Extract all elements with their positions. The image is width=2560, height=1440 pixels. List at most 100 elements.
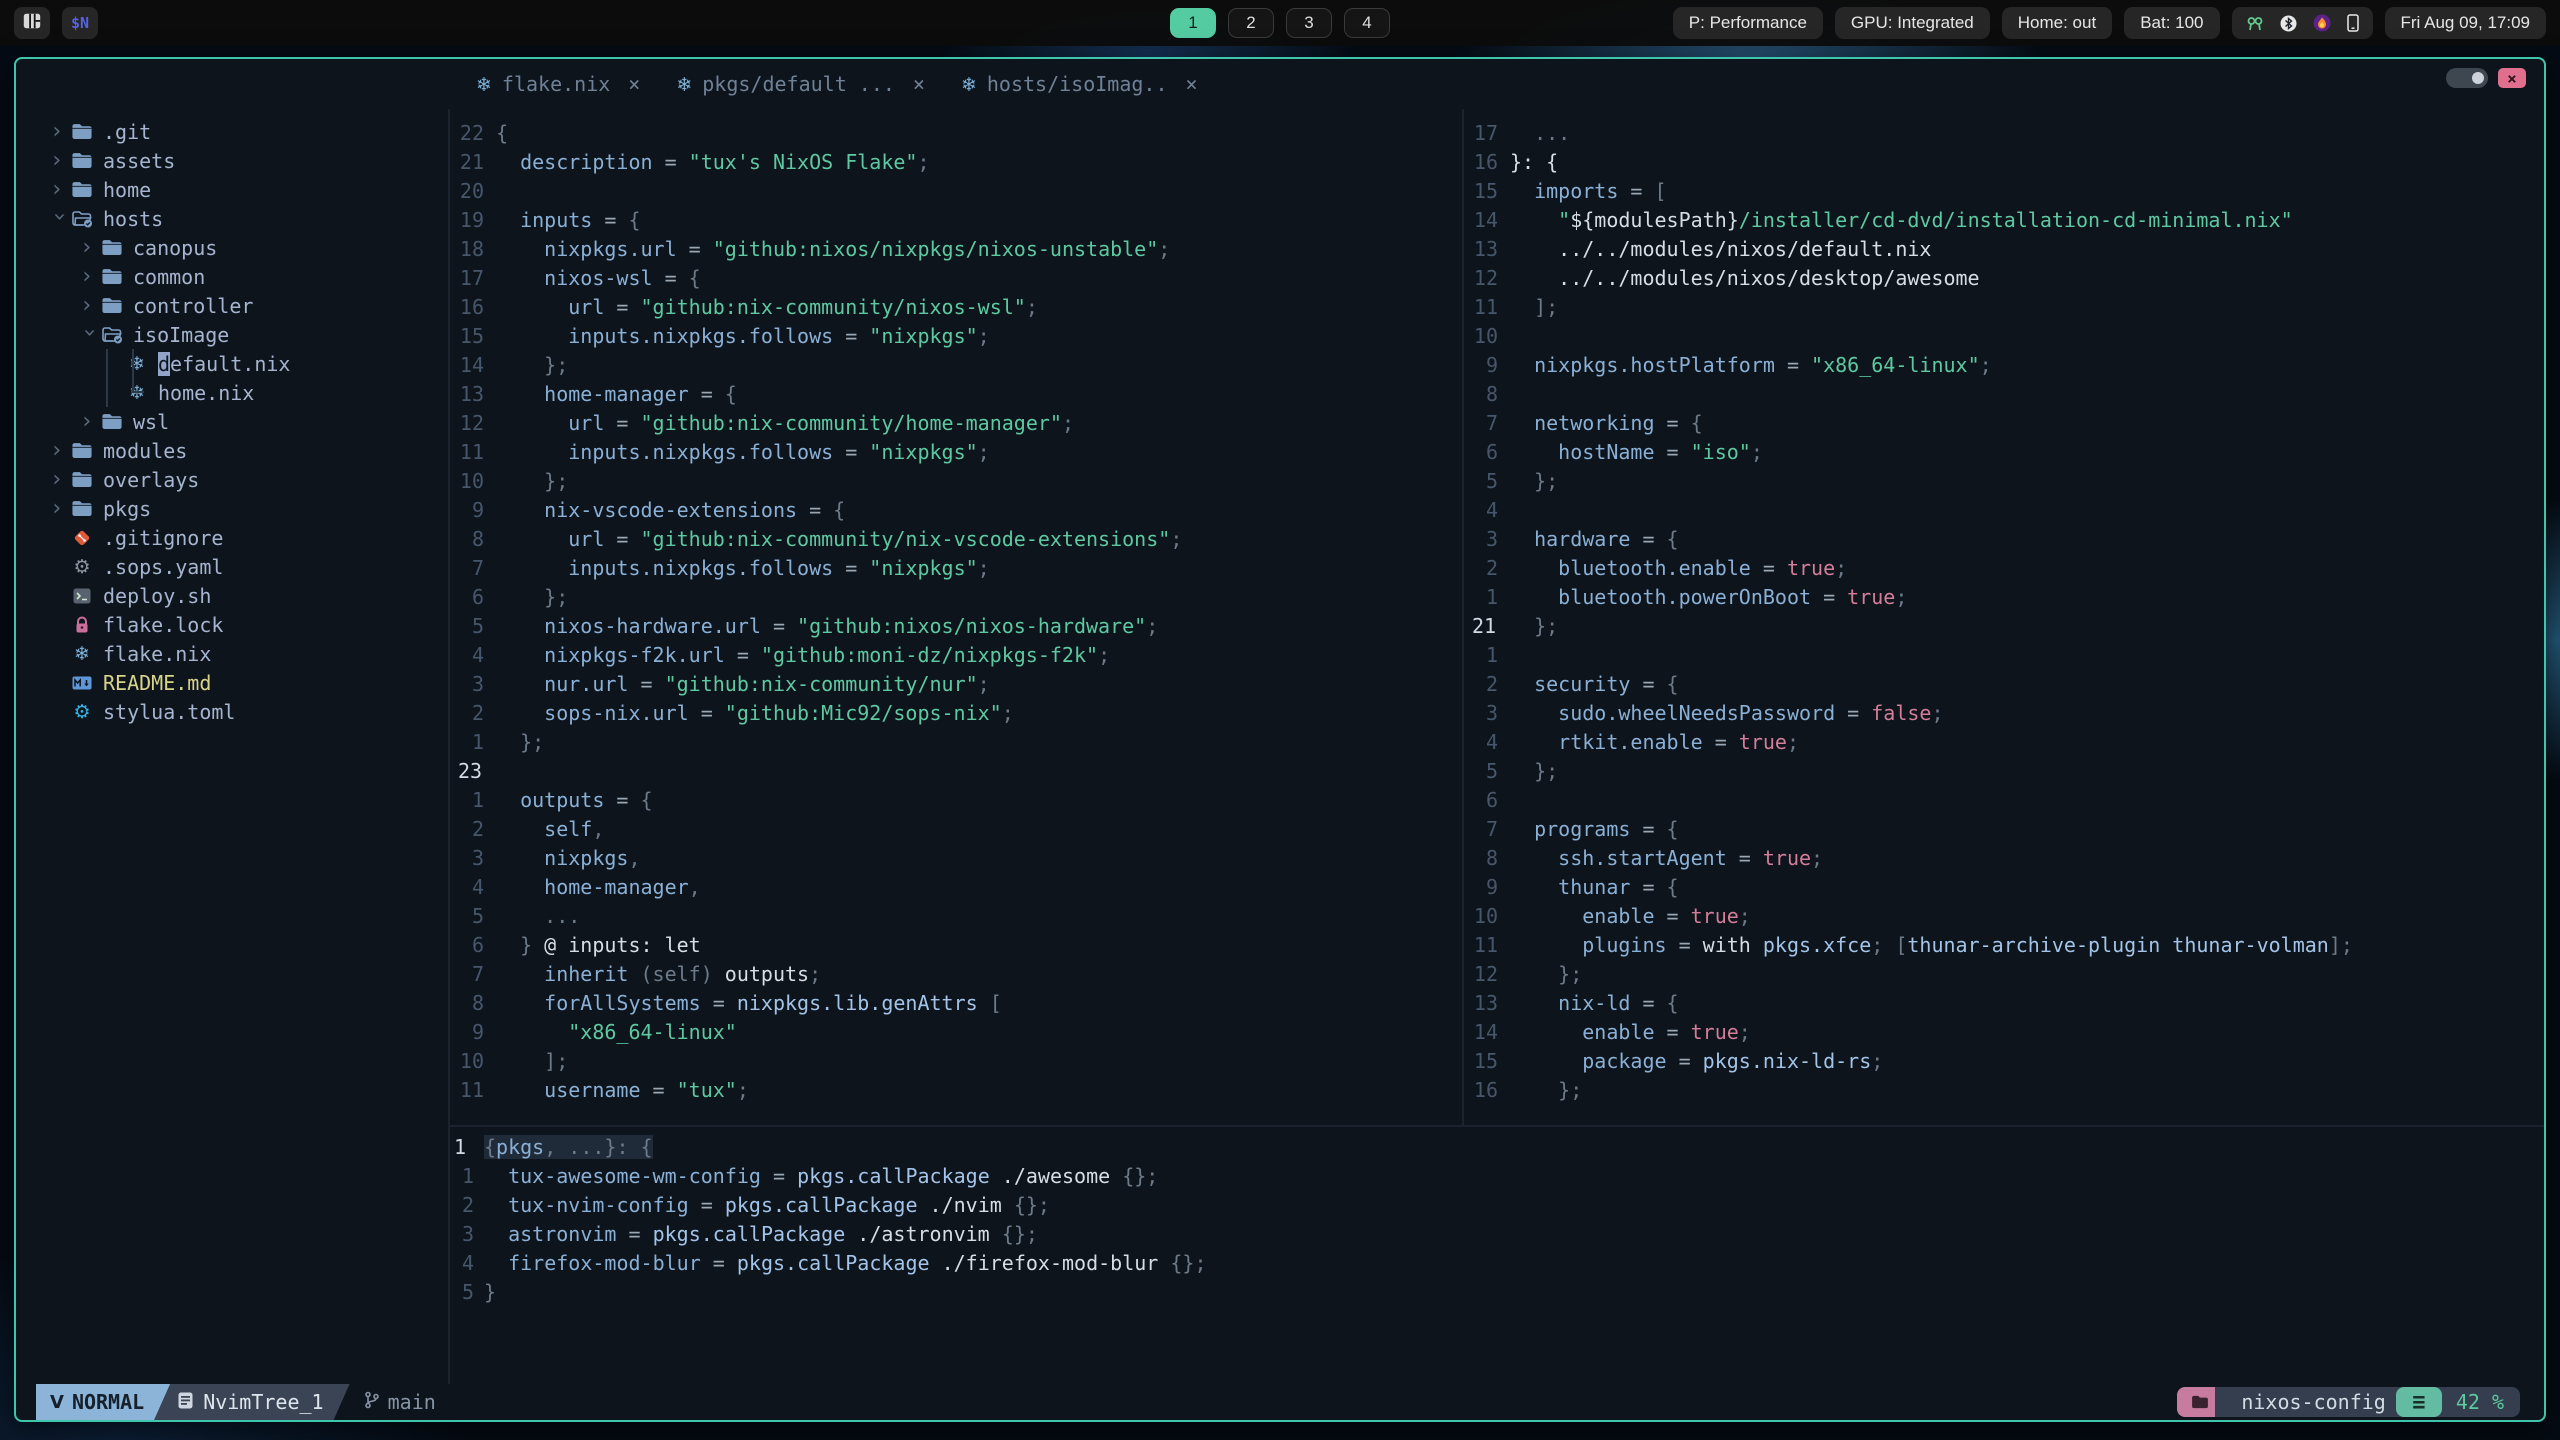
- tree-item--sops-yaml[interactable]: ⚙ .sops.yaml: [40, 552, 448, 581]
- code-line[interactable]: 6: [1464, 788, 2544, 817]
- code-line[interactable]: 12 };: [1464, 962, 2544, 991]
- code-line[interactable]: 16}: {: [1464, 150, 2544, 179]
- code-line[interactable]: 17 nixos-wsl = {: [450, 266, 1462, 295]
- code-line[interactable]: 8: [1464, 382, 2544, 411]
- code-line[interactable]: 5}: [450, 1280, 2544, 1309]
- bluetooth-icon[interactable]: [2280, 15, 2297, 32]
- code-line[interactable]: 9 nixpkgs.hostPlatform = "x86_64-linux";: [1464, 353, 2544, 382]
- tree-item-default-nix[interactable]: ❄ default.nix: [40, 349, 448, 378]
- code-line[interactable]: 4 firefox-mod-blur = pkgs.callPackage ./…: [450, 1251, 2544, 1280]
- status-pill-3[interactable]: Bat: 100: [2124, 7, 2220, 39]
- code-line[interactable]: 21 };: [1464, 614, 2544, 643]
- workspace-pill-2[interactable]: 2: [1228, 8, 1274, 38]
- code-line[interactable]: 7 networking = {: [1464, 411, 2544, 440]
- code-line[interactable]: 5 nixos-hardware.url = "github:nixos/nix…: [450, 614, 1462, 643]
- pane-hosts-isoimage-default-nix[interactable]: 17 ... 16}: {15 imports = [14 "${modulesP…: [1462, 109, 2544, 1125]
- code-line[interactable]: 12 ../../modules/nixos/desktop/awesome: [1464, 266, 2544, 295]
- chevron-right-icon[interactable]: ›: [80, 410, 100, 432]
- code-line[interactable]: 22 {: [450, 121, 1462, 150]
- tree-item-pkgs[interactable]: › pkgs: [40, 494, 448, 523]
- tree-item-README-md[interactable]: README.md: [40, 668, 448, 697]
- code-line[interactable]: 3 hardware = {: [1464, 527, 2544, 556]
- code-line[interactable]: 4 rtkit.enable = true;: [1464, 730, 2544, 759]
- code-line[interactable]: 19 inputs = {: [450, 208, 1462, 237]
- code-line[interactable]: 16 url = "github:nix-community/nixos-wsl…: [450, 295, 1462, 324]
- code-line[interactable]: 8 url = "github:nix-community/nix-vscode…: [450, 527, 1462, 556]
- chevron-right-icon[interactable]: ›: [50, 120, 70, 142]
- code-line[interactable]: 5 ...: [450, 904, 1462, 933]
- code-line[interactable]: 6 };: [450, 585, 1462, 614]
- tree-item-home-nix[interactable]: ❄ home.nix: [40, 378, 448, 407]
- code-line[interactable]: 2 self,: [450, 817, 1462, 846]
- chevron-down-icon[interactable]: ›: [77, 326, 102, 346]
- code-line[interactable]: 7 programs = {: [1464, 817, 2544, 846]
- code-line[interactable]: 4: [1464, 498, 2544, 527]
- code-line[interactable]: 14 "${modulesPath}/installer/cd-dvd/inst…: [1464, 208, 2544, 237]
- code-line[interactable]: 4 home-manager,: [450, 875, 1462, 904]
- code-line[interactable]: 2 sops-nix.url = "github:Mic92/sops-nix"…: [450, 701, 1462, 730]
- code-line[interactable]: 1 outputs = {: [450, 788, 1462, 817]
- chevron-right-icon[interactable]: ›: [50, 468, 70, 490]
- tree-item-flake-lock[interactable]: flake.lock: [40, 610, 448, 639]
- tree-item--git[interactable]: › .git: [40, 117, 448, 146]
- code-line[interactable]: 10 };: [450, 469, 1462, 498]
- code-line[interactable]: 2 bluetooth.enable = true;: [1464, 556, 2544, 585]
- tree-item-deploy-sh[interactable]: deploy.sh: [40, 581, 448, 610]
- tree-item-assets[interactable]: › assets: [40, 146, 448, 175]
- chevron-right-icon[interactable]: ›: [80, 294, 100, 316]
- nix-logo-button[interactable]: $N: [62, 7, 98, 39]
- code-line[interactable]: 20: [450, 179, 1462, 208]
- tab-close-icon[interactable]: ×: [905, 72, 925, 96]
- code-line[interactable]: 15 inputs.nixpkgs.follows = "nixpkgs";: [450, 324, 1462, 353]
- network-icon[interactable]: [2246, 15, 2264, 32]
- chevron-right-icon[interactable]: ›: [50, 439, 70, 461]
- tree-item-isoImage[interactable]: › isoImage: [40, 320, 448, 349]
- launcher-button[interactable]: [14, 7, 50, 39]
- tab-close-icon[interactable]: ×: [620, 72, 640, 96]
- tree-item-modules[interactable]: › modules: [40, 436, 448, 465]
- tree-item-hosts[interactable]: › hosts: [40, 204, 448, 233]
- tab-pkgs-default-[interactable]: ❄ pkgs/default ... ×: [658, 59, 943, 109]
- code-line[interactable]: 9 nix-vscode-extensions = {: [450, 498, 1462, 527]
- code-line[interactable]: 3 nur.url = "github:nix-community/nur";: [450, 672, 1462, 701]
- workspace-pill-4[interactable]: 4: [1344, 8, 1390, 38]
- chevron-right-icon[interactable]: ›: [80, 236, 100, 258]
- code-line[interactable]: 15 package = pkgs.nix-ld-rs;: [1464, 1049, 2544, 1078]
- code-line[interactable]: 11 plugins = with pkgs.xfce; [thunar-arc…: [1464, 933, 2544, 962]
- code-line[interactable]: 16 };: [1464, 1078, 2544, 1107]
- code-line[interactable]: 6 hostName = "iso";: [1464, 440, 2544, 469]
- tree-item-overlays[interactable]: › overlays: [40, 465, 448, 494]
- tree-item--gitignore[interactable]: .gitignore: [40, 523, 448, 552]
- code-line[interactable]: 2 tux-nvim-config = pkgs.callPackage ./n…: [450, 1193, 2544, 1222]
- code-line[interactable]: 1 };: [450, 730, 1462, 759]
- toggle-button[interactable]: [2446, 68, 2488, 88]
- tree-item-flake-nix[interactable]: ❄ flake.nix: [40, 639, 448, 668]
- code-line[interactable]: 13 home-manager = {: [450, 382, 1462, 411]
- code-line[interactable]: 11 username = "tux";: [450, 1078, 1462, 1107]
- code-line[interactable]: 12 url = "github:nix-community/home-mana…: [450, 411, 1462, 440]
- chevron-right-icon[interactable]: ›: [50, 149, 70, 171]
- tab-close-icon[interactable]: ×: [1178, 72, 1198, 96]
- code-line[interactable]: 7 inputs.nixpkgs.follows = "nixpkgs";: [450, 556, 1462, 585]
- tree-item-home[interactable]: › home: [40, 175, 448, 204]
- code-line[interactable]: 10 enable = true;: [1464, 904, 2544, 933]
- workspace-pill-1[interactable]: 1: [1170, 8, 1216, 38]
- chevron-down-icon[interactable]: ›: [47, 210, 72, 230]
- code-line[interactable]: 5 };: [1464, 469, 2544, 498]
- code-line[interactable]: 23: [450, 759, 1462, 788]
- status-pill-2[interactable]: Home: out: [2001, 7, 2113, 39]
- code-line[interactable]: 4 nixpkgs-f2k.url = "github:moni-dz/nixp…: [450, 643, 1462, 672]
- workspace-pill-3[interactable]: 3: [1286, 8, 1332, 38]
- code-line[interactable]: 11 inputs.nixpkgs.follows = "nixpkgs";: [450, 440, 1462, 469]
- flame-icon[interactable]: [2313, 14, 2331, 32]
- code-line[interactable]: 11 ];: [1464, 295, 2544, 324]
- code-line[interactable]: 14 enable = true;: [1464, 1020, 2544, 1049]
- code-line[interactable]: 9 thunar = {: [1464, 875, 2544, 904]
- code-line[interactable]: 13 nix-ld = {: [1464, 991, 2544, 1020]
- code-line[interactable]: 1 {pkgs, ...}: {: [450, 1135, 2544, 1164]
- tab-flake-nix[interactable]: ❄ flake.nix ×: [458, 59, 658, 109]
- code-line[interactable]: 13 ../../modules/nixos/default.nix: [1464, 237, 2544, 266]
- tree-item-canopus[interactable]: › canopus: [40, 233, 448, 262]
- code-line[interactable]: 18 nixpkgs.url = "github:nixos/nixpkgs/n…: [450, 237, 1462, 266]
- phone-icon[interactable]: [2346, 14, 2359, 32]
